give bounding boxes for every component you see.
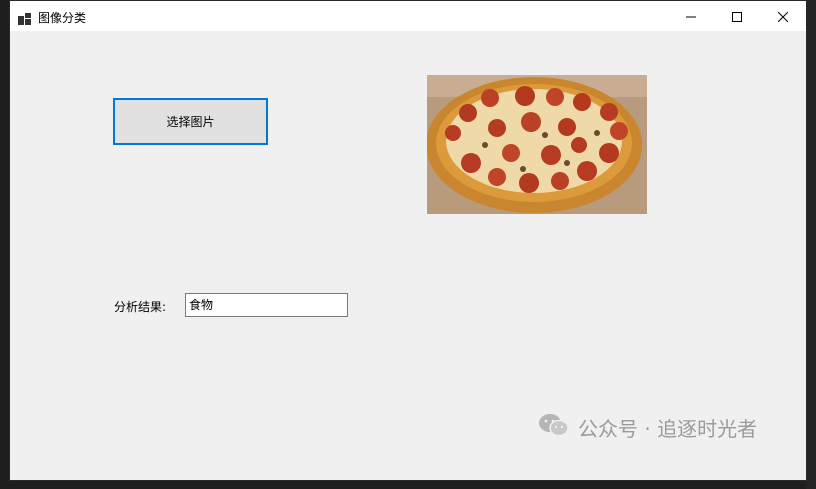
watermark: 公众号 · 追逐时光者: [538, 413, 757, 442]
window-title: 图像分类: [38, 11, 87, 25]
close-icon: [777, 7, 789, 26]
image-preview: [426, 75, 647, 214]
app-icon: [18, 10, 32, 25]
minimize-button[interactable]: [668, 1, 714, 31]
result-field[interactable]: 食物: [185, 293, 348, 317]
maximize-button[interactable]: [714, 1, 760, 31]
close-button[interactable]: [760, 1, 806, 31]
background-editor-strip: [806, 0, 816, 489]
watermark-text: 公众号 · 追逐时光者: [578, 417, 758, 441]
maximize-icon: [732, 7, 742, 26]
result-label: 分析结果:: [114, 300, 167, 314]
select-image-button[interactable]: 选择图片: [113, 98, 268, 145]
wechat-icon: [538, 413, 570, 442]
minimize-icon: [686, 7, 696, 26]
app-window: 图像分类 选择图片 分析结果: 食物: [9, 0, 807, 481]
title-bar[interactable]: 图像分类: [10, 1, 806, 31]
